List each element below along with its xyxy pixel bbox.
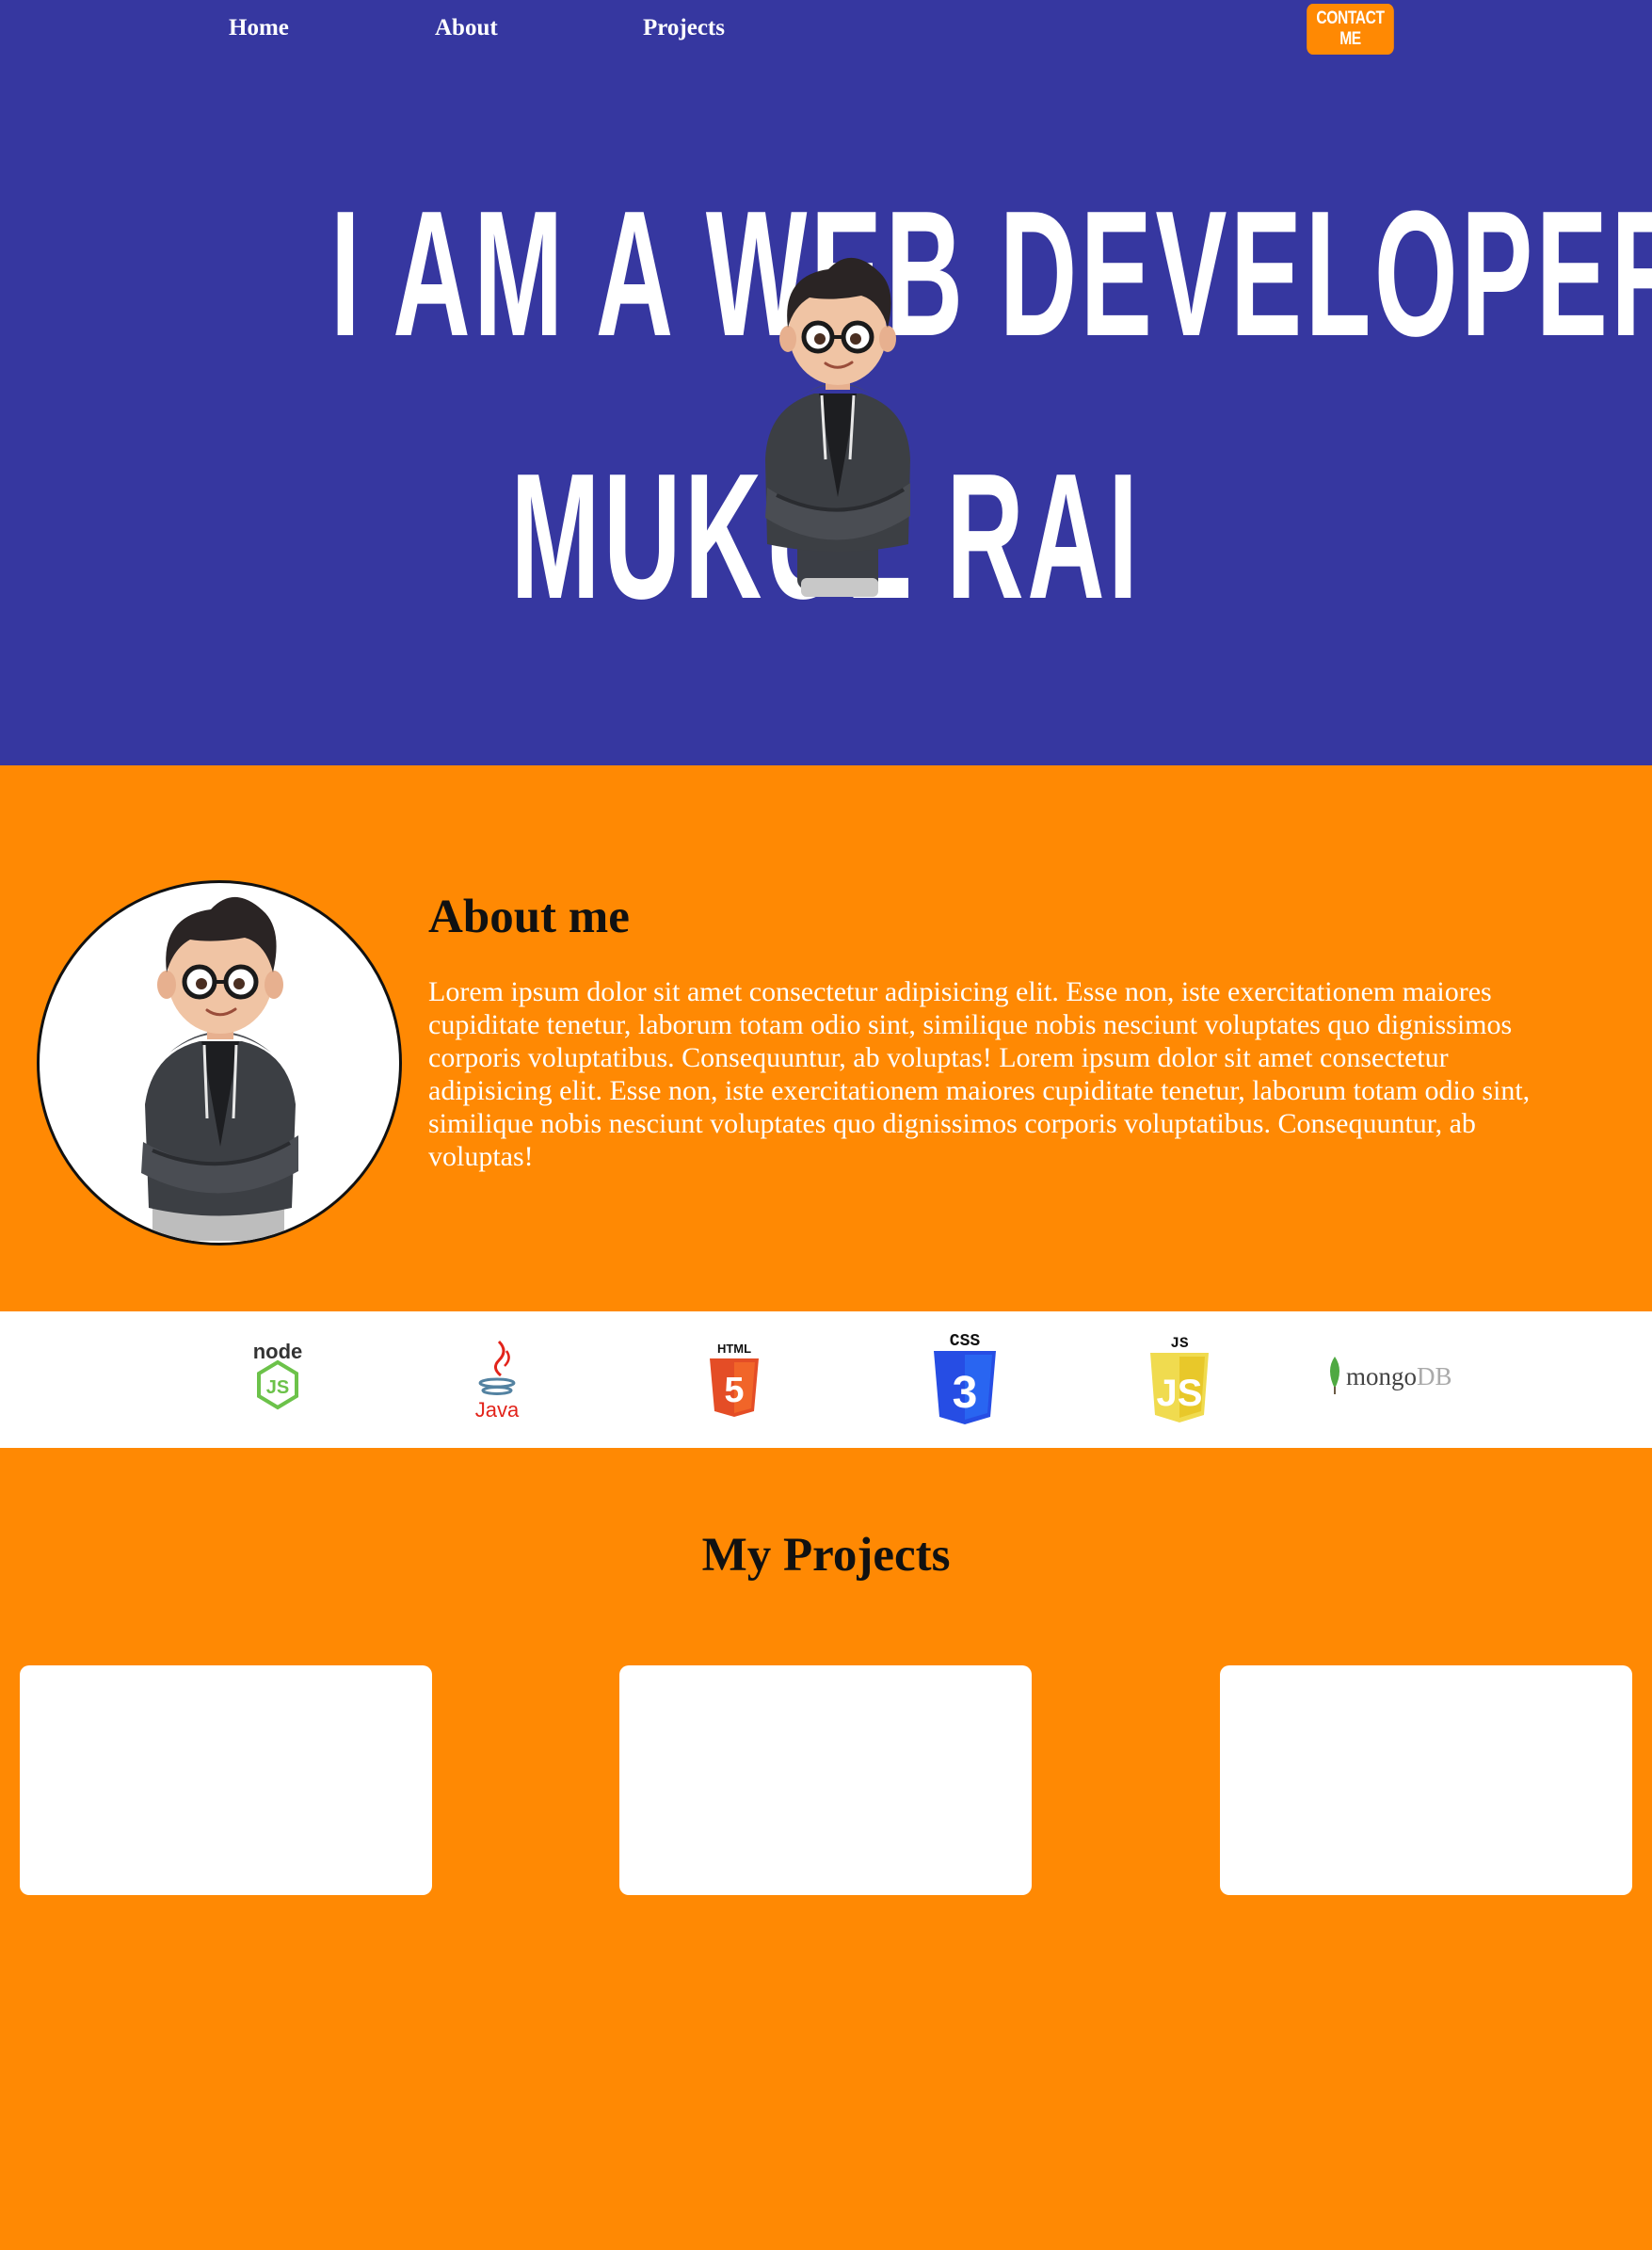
java-icon: Java bbox=[471, 1338, 527, 1422]
project-card-3[interactable] bbox=[1220, 1665, 1632, 1895]
projects-title: My Projects bbox=[701, 1529, 951, 1582]
nav-home[interactable]: Home bbox=[229, 15, 289, 41]
nav-about[interactable]: About bbox=[435, 15, 498, 41]
contact-me-button[interactable]: CONTACT ME bbox=[1307, 4, 1394, 55]
svg-text:JS: JS bbox=[1157, 1373, 1203, 1414]
mongodb-icon: mongoDB bbox=[1325, 1353, 1459, 1400]
svg-text:Java: Java bbox=[475, 1398, 520, 1422]
svg-text:JS: JS bbox=[1170, 1335, 1189, 1352]
html5-icon: HTML 5 bbox=[704, 1340, 764, 1422]
project-card-1[interactable] bbox=[20, 1665, 432, 1895]
svg-text:CSS: CSS bbox=[950, 1332, 981, 1351]
hero-section: Home About Projects CONTACT ME I AM A WE… bbox=[0, 0, 1652, 765]
about-avatar bbox=[37, 880, 402, 1246]
developer-avatar-icon bbox=[141, 896, 298, 1241]
svg-text:3: 3 bbox=[953, 1368, 978, 1418]
svg-text:HTML: HTML bbox=[717, 1342, 751, 1356]
css3-icon: CSS 3 bbox=[928, 1328, 1002, 1426]
nav-projects[interactable]: Projects bbox=[643, 15, 725, 41]
about-text: Lorem ipsum dolor sit amet consectetur a… bbox=[428, 976, 1531, 1172]
skills-strip: node JS Java HTML 5 CSS 3 JS JS mongoDB bbox=[0, 1311, 1652, 1448]
nodejs-icon: node JS bbox=[240, 1340, 315, 1415]
svg-text:node: node bbox=[253, 1340, 303, 1363]
svg-text:JS: JS bbox=[266, 1377, 289, 1398]
javascript-icon: JS JS bbox=[1147, 1330, 1212, 1426]
developer-avatar-icon bbox=[765, 257, 910, 597]
svg-text:5: 5 bbox=[724, 1371, 744, 1410]
svg-text:mongoDB: mongoDB bbox=[1346, 1362, 1452, 1390]
about-title: About me bbox=[428, 891, 630, 943]
project-card-2[interactable] bbox=[619, 1665, 1032, 1895]
